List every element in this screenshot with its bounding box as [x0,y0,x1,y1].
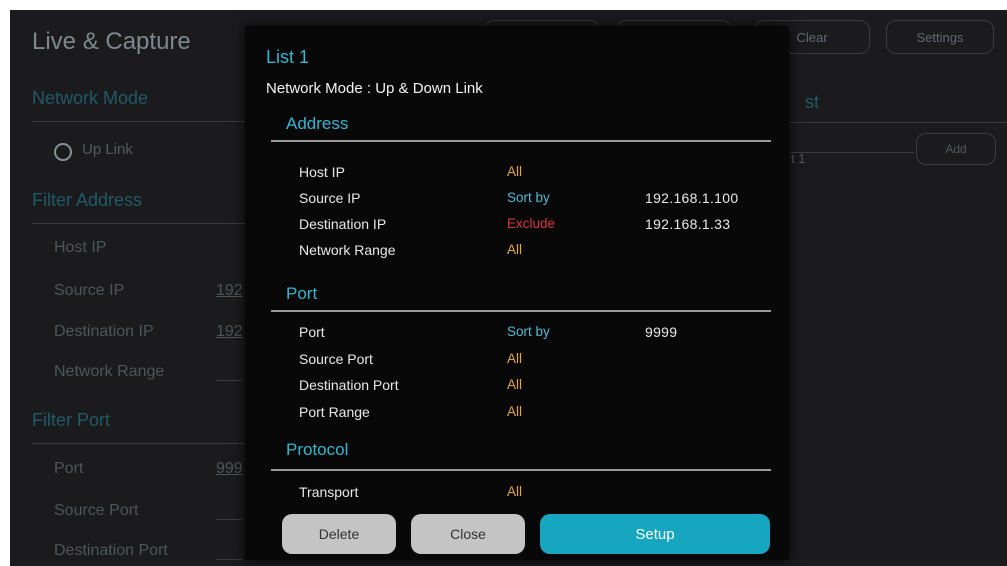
dialog-network-mode: Network Mode : Up & Down Link [266,80,483,97]
divider [271,469,771,471]
bg-port-value[interactable]: 999 [216,460,243,478]
divider [790,122,1007,123]
port-value: 9999 [645,324,678,340]
filter-address-heading: Filter Address [32,190,143,210]
divider [271,310,771,312]
source-ip-value: 192.168.1.100 [645,190,739,206]
network-mode-heading: Network Mode [32,88,149,108]
port-mode: Sort by [507,324,550,339]
settings-button[interactable]: Settings [886,20,994,54]
bg-destination-port-label: Destination Port [54,542,168,559]
destination-ip-value: 192.168.1.33 [645,216,731,232]
source-ip-label: Source IP [299,190,361,206]
list-dialog: List 1 Network Mode : Up & Down Link Add… [245,26,789,560]
bg-source-ip-value[interactable]: 192 [216,282,243,300]
source-port-mode: All [507,351,523,366]
bg-network-range-label: Network Range [54,363,165,380]
setup-button[interactable]: Setup [540,514,770,554]
divider [271,140,771,142]
bg-source-port-label: Source Port [54,502,139,519]
divider [32,223,257,224]
bg-source-ip-label: Source IP [54,282,125,299]
bg-destination-ip-value[interactable]: 192 [216,323,243,341]
list-name-input[interactable]: t 1 [791,151,805,166]
up-link-label: Up Link [82,141,133,158]
destination-port-label: Destination Port [299,377,399,393]
port-label: Port [299,324,325,340]
bg-host-ip-label: Host IP [54,239,107,256]
bg-port-label: Port [54,460,84,477]
host-ip-label: Host IP [299,164,345,180]
list-heading: st [805,92,820,112]
port-range-label: Port Range [299,404,370,420]
divider [32,121,257,122]
screen: Live & Capture Clear Settings Network Mo… [10,10,1007,566]
transport-label: Transport [299,484,359,500]
address-heading: Address [286,114,349,133]
source-port-label: Source Port [299,351,373,367]
close-button[interactable]: Close [411,514,525,554]
bg-network-range-field[interactable] [216,380,242,381]
app-title: Live & Capture [32,28,191,55]
list-name-underline [790,152,914,153]
destination-ip-mode: Exclude [507,216,556,231]
port-heading: Port [286,284,318,303]
source-ip-mode: Sort by [507,190,550,205]
dialog-title: List 1 [266,47,310,67]
divider [32,443,257,444]
delete-button[interactable]: Delete [282,514,396,554]
add-button[interactable]: Add [916,133,996,165]
bg-source-port-field[interactable] [216,519,242,520]
destination-port-mode: All [507,377,523,392]
bg-destination-port-field[interactable] [216,559,242,560]
destination-ip-label: Destination IP [299,216,387,232]
transport-mode: All [507,484,523,499]
port-range-mode: All [507,404,523,419]
host-ip-mode: All [507,164,523,179]
protocol-heading: Protocol [286,440,349,459]
bg-destination-ip-label: Destination IP [54,323,154,340]
filter-port-heading: Filter Port [32,410,111,430]
network-range-label: Network Range [299,242,396,258]
up-link-radio[interactable] [54,143,72,161]
network-range-mode: All [507,242,523,257]
